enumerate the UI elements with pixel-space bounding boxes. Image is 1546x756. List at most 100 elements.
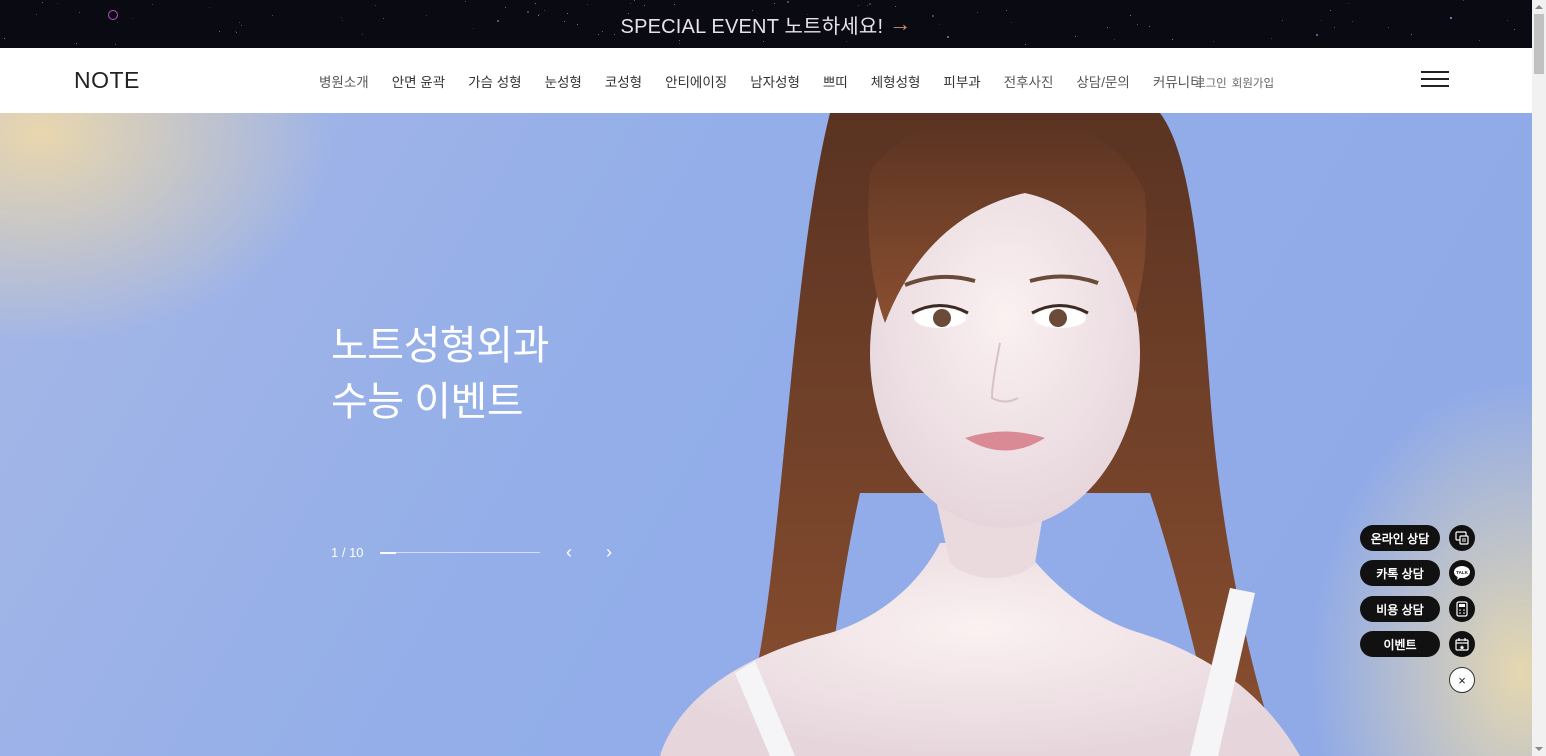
star-decoration	[1114, 39, 1115, 40]
star-decoration	[497, 20, 499, 22]
star-decoration	[947, 36, 949, 38]
star-decoration	[1025, 44, 1026, 45]
star-decoration	[209, 7, 210, 8]
close-quick-menu-button[interactable]: ×	[1449, 667, 1475, 693]
main-nav: 병원소개 안면 윤곽 가슴 성형 눈성형 코성형 안티에이징 남자성형 쁘띠 체…	[319, 71, 1226, 91]
star-decoration	[36, 14, 37, 15]
star-decoration	[1321, 20, 1322, 21]
star-decoration	[564, 21, 565, 22]
scroll-up-arrow[interactable]	[1535, 5, 1543, 9]
slide-progress-bar	[380, 551, 540, 554]
calculator-icon[interactable]	[1449, 596, 1475, 622]
nav-item-facial-contour[interactable]: 안면 윤곽	[392, 71, 445, 91]
nav-item-eye[interactable]: 눈성형	[545, 71, 582, 91]
nav-item-consult[interactable]: 상담/문의	[1076, 71, 1129, 91]
nav-item-nose[interactable]: 코성형	[605, 71, 642, 91]
star-decoration	[235, 31, 236, 32]
site-logo[interactable]: NOTE	[74, 67, 140, 94]
star-decoration	[807, 14, 808, 15]
page-scrollbar[interactable]	[1532, 0, 1546, 756]
star-decoration	[1011, 22, 1012, 23]
star-decoration	[1330, 10, 1331, 11]
chat-form-icon[interactable]	[1449, 525, 1475, 551]
nav-item-male[interactable]: 남자성형	[750, 71, 800, 91]
star-decoration	[577, 24, 578, 25]
star-decoration	[132, 18, 133, 19]
star-decoration	[1213, 41, 1214, 42]
star-decoration	[939, 24, 940, 25]
star-decoration	[679, 43, 680, 44]
star-decoration	[465, 1, 466, 2]
slide-counter: 1 / 10	[331, 545, 364, 560]
star-decoration	[539, 14, 540, 15]
star-decoration	[1130, 15, 1131, 16]
star-decoration	[1316, 34, 1318, 36]
star-decoration	[1352, 21, 1353, 22]
next-slide-button[interactable]: ›	[600, 542, 618, 563]
scroll-thumb[interactable]	[1534, 14, 1544, 74]
star-decoration	[272, 15, 273, 16]
login-link[interactable]: 로그인	[1195, 78, 1227, 90]
star-decoration	[644, 5, 645, 6]
site-header: NOTE 병원소개 안면 윤곽 가슴 성형 눈성형 코성형 안티에이징 남자성형…	[0, 48, 1532, 113]
star-decoration	[4, 38, 5, 39]
star-decoration	[152, 4, 153, 5]
top-event-banner[interactable]: SPECIAL EVENT 노트하세요! →	[0, 0, 1532, 48]
star-decoration	[1149, 26, 1150, 27]
star-decoration	[1075, 36, 1076, 37]
star-decoration	[895, 6, 896, 7]
star-decoration	[544, 10, 545, 11]
prev-slide-button[interactable]: ‹	[560, 542, 578, 563]
star-decoration	[1411, 34, 1412, 35]
star-decoration	[630, 3, 631, 4]
star-decoration	[1137, 24, 1138, 25]
gift-calendar-icon[interactable]	[1449, 631, 1475, 657]
nav-item-breast[interactable]: 가슴 성형	[468, 71, 521, 91]
hamburger-icon[interactable]	[1421, 70, 1449, 88]
star-decoration	[1348, 3, 1349, 4]
banner-link[interactable]: SPECIAL EVENT 노트하세요! →	[0, 0, 1532, 48]
star-decoration	[567, 13, 568, 14]
star-decoration	[774, 3, 775, 4]
kakao-talk-icon[interactable]: TALK	[1449, 560, 1475, 586]
signup-link[interactable]: 회원가입	[1232, 78, 1274, 90]
star-decoration	[977, 12, 978, 13]
nav-item-anti-aging[interactable]: 안티에이징	[665, 71, 727, 91]
arrow-right-icon: →	[889, 11, 912, 36]
banner-text: SPECIAL EVENT 노트하세요!	[620, 15, 884, 38]
star-decoration	[752, 10, 753, 11]
star-decoration	[1388, 27, 1389, 28]
star-decoration	[1479, 40, 1480, 41]
nav-item-before-after[interactable]: 전후사진	[1004, 71, 1054, 91]
star-decoration	[236, 32, 237, 33]
star-decoration	[375, 5, 376, 6]
online-consult-button[interactable]: 온라인 상담	[1360, 525, 1440, 551]
hero-title: 노트성형외과 수능 이벤트	[331, 318, 549, 430]
star-decoration	[674, 4, 675, 5]
cost-consult-button[interactable]: 비용 상담	[1360, 596, 1440, 622]
star-decoration	[57, 3, 58, 4]
star-decoration	[598, 34, 599, 35]
star-decoration	[858, 5, 859, 6]
star-decoration	[1271, 38, 1272, 39]
star-decoration	[634, 0, 635, 1]
nav-item-dermatology[interactable]: 피부과	[943, 71, 980, 91]
nav-item-body[interactable]: 체형성형	[871, 71, 921, 91]
star-decoration	[241, 25, 242, 26]
slide-progress-fill	[380, 551, 396, 554]
star-decoration	[602, 31, 603, 32]
star-decoration	[1450, 17, 1452, 19]
event-button[interactable]: 이벤트	[1360, 631, 1440, 657]
star-decoration	[630, 31, 631, 32]
star-decoration	[362, 34, 363, 35]
star-decoration	[42, 2, 43, 3]
star-decoration	[535, 3, 536, 4]
star-decoration	[219, 31, 220, 32]
hero-slider: 노트성형외과 수능 이벤트 1 / 10 ‹ ›	[0, 113, 1532, 756]
star-decoration	[841, 30, 842, 31]
nav-item-petit[interactable]: 쁘띠	[823, 71, 848, 91]
scroll-down-arrow[interactable]	[1535, 747, 1543, 751]
kakao-consult-button[interactable]: 카톡 상담	[1360, 560, 1440, 586]
nav-item-hospital-intro[interactable]: 병원소개	[319, 71, 369, 91]
hero-title-line1: 노트성형외과	[331, 324, 549, 368]
